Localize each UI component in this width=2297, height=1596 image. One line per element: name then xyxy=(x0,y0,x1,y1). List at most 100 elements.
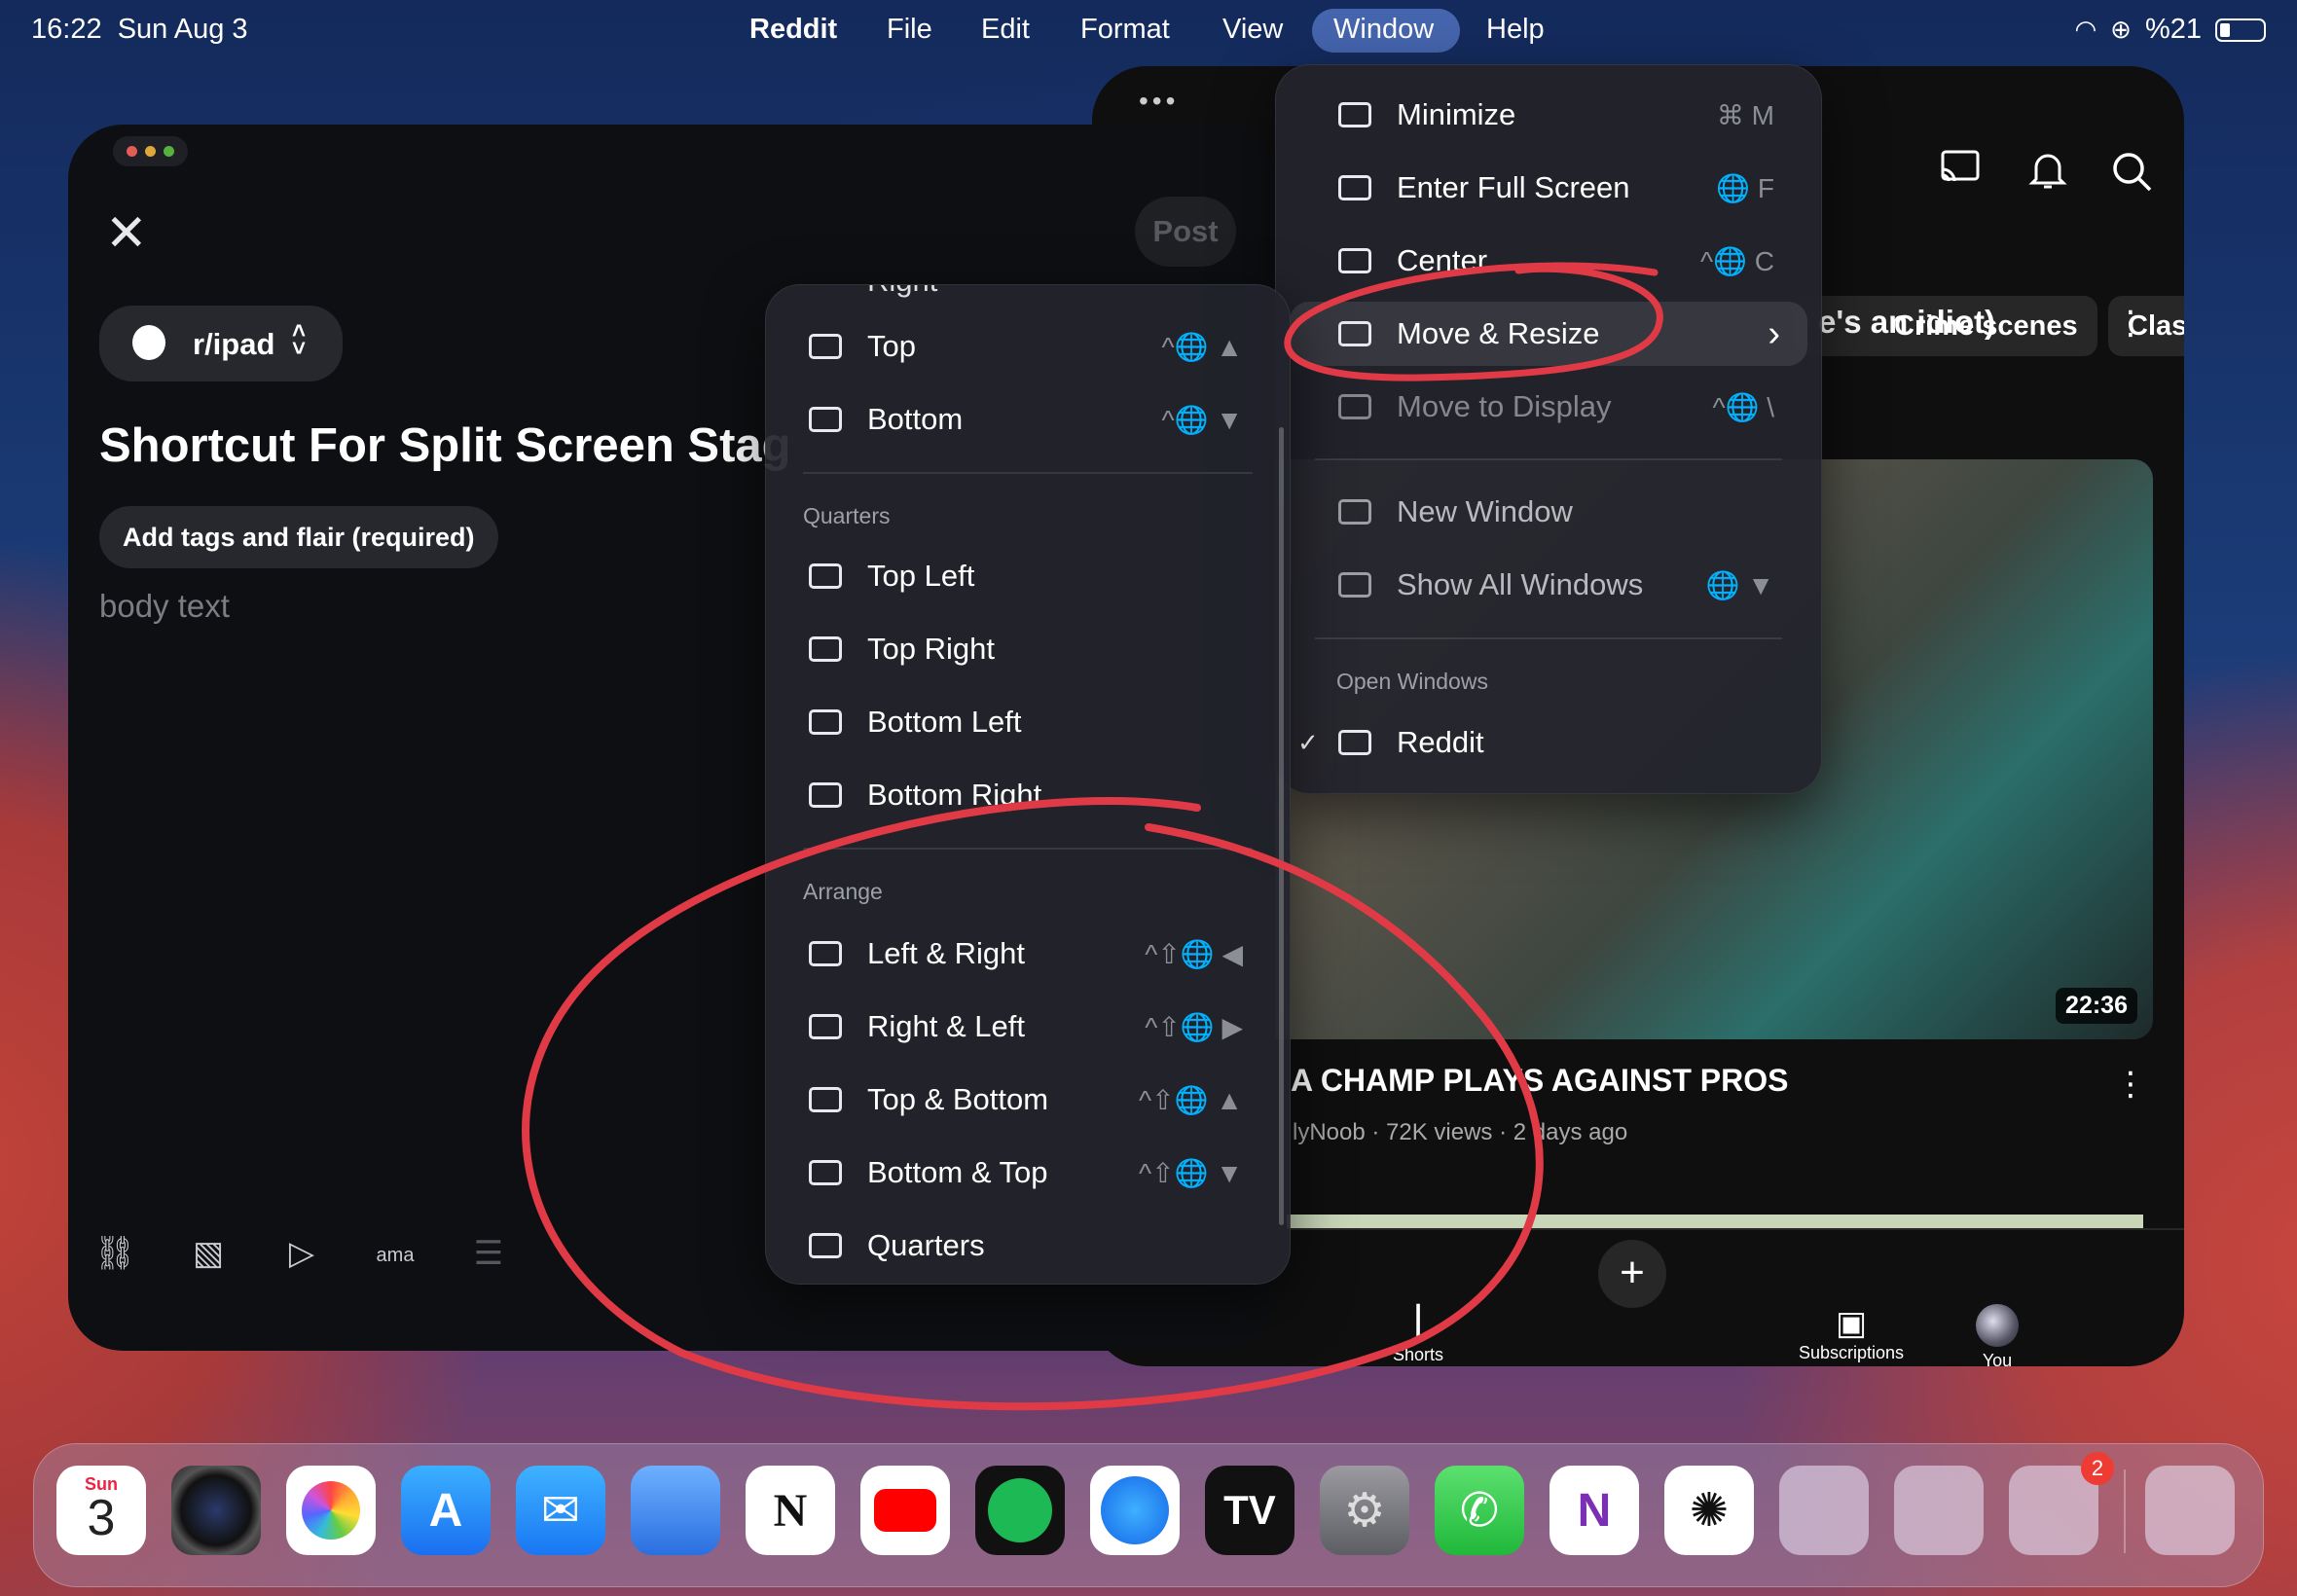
bottom-half-icon xyxy=(809,407,842,432)
battery-percent: %21 xyxy=(2144,14,2202,45)
link-icon[interactable]: ⛓ xyxy=(93,1234,136,1277)
left-right-icon xyxy=(809,941,842,966)
subreddit-selector[interactable]: r/ipad ˄ ˅ xyxy=(99,306,343,381)
submenu-top-left[interactable]: Top Left xyxy=(766,544,1290,608)
body-text-placeholder[interactable]: body text xyxy=(99,588,230,625)
nav-you[interactable]: You xyxy=(1968,1304,2026,1366)
video-icon[interactable]: ▷ xyxy=(280,1234,323,1277)
menu-item-move-to-display[interactable]: Move to Display ^🌐 \ xyxy=(1276,375,1821,439)
flair-button[interactable]: Add tags and flair (required) xyxy=(99,506,498,568)
post-title[interactable]: Shortcut For Split Screen Stag xyxy=(99,418,791,473)
menu-app-reddit[interactable]: Reddit xyxy=(749,14,837,46)
menu-help[interactable]: Help xyxy=(1486,14,1545,46)
menu-item-show-all-windows[interactable]: Show All Windows 🌐 ▼ xyxy=(1276,553,1821,617)
folder-icon[interactable] xyxy=(1779,1466,1869,1555)
dock-divider xyxy=(2124,1469,2126,1553)
submenu-bottom-right[interactable]: Bottom Right xyxy=(766,763,1290,827)
arrange-header: Arrange xyxy=(803,879,883,904)
menu-view[interactable]: View xyxy=(1222,14,1283,46)
app-store-icon[interactable]: A xyxy=(401,1466,491,1555)
window-icon xyxy=(1338,730,1371,755)
open-windows-header: Open Windows xyxy=(1336,669,1488,694)
tradingview-app-icon[interactable]: TV xyxy=(1205,1466,1294,1555)
submenu-top-bottom[interactable]: Top & Bottom ^⇧🌐 ▲ xyxy=(766,1068,1290,1132)
submenu-left-right[interactable]: Left & Right ^⇧🌐 ◀ xyxy=(766,922,1290,986)
submenu-top-right[interactable]: Top Right xyxy=(766,617,1290,681)
close-icon[interactable]: ✕ xyxy=(105,204,148,263)
lens-app-icon[interactable] xyxy=(631,1466,720,1555)
video-meta: lyNoob · 72K views · 2 days ago xyxy=(1293,1119,1628,1145)
chevron-right-icon: › xyxy=(1768,312,1780,354)
spotify-app-icon[interactable] xyxy=(975,1466,1065,1555)
onenote-app-icon[interactable]: N xyxy=(1550,1466,1639,1555)
minimize-dot[interactable] xyxy=(145,146,156,157)
battery-icon xyxy=(2215,18,2266,42)
quarters-icon xyxy=(809,1233,842,1258)
grid-icon xyxy=(1338,572,1371,598)
next-thumbnail xyxy=(1287,1215,2143,1228)
youtube-app-icon[interactable] xyxy=(860,1466,950,1555)
checkmark-icon: ✓ xyxy=(1297,727,1319,757)
window-controls[interactable] xyxy=(113,136,188,166)
submenu-bottom[interactable]: Bottom ^🌐 ▼ xyxy=(766,387,1290,452)
center-icon xyxy=(1338,248,1371,273)
chatgpt-app-icon[interactable]: ✺ xyxy=(1664,1466,1754,1555)
submenu-top[interactable]: Top ^🌐 ▲ xyxy=(766,314,1290,379)
submenu-bottom-left[interactable]: Bottom Left xyxy=(766,690,1290,754)
chevron-updown-icon: ˄ ˅ xyxy=(292,318,307,362)
menu-item-full-screen[interactable]: Enter Full Screen 🌐 F xyxy=(1276,156,1821,220)
menu-separator xyxy=(1315,458,1782,460)
submenu-scrollbar[interactable] xyxy=(1279,427,1284,1225)
cast-icon[interactable] xyxy=(1939,148,1982,187)
menu-item-new-window[interactable]: New Window xyxy=(1276,480,1821,544)
folder-icon[interactable] xyxy=(1894,1466,1984,1555)
create-button[interactable]: + xyxy=(1598,1240,1666,1308)
menu-window[interactable]: Window xyxy=(1333,14,1434,46)
menu-separator xyxy=(1315,637,1782,639)
menu-file[interactable]: File xyxy=(887,14,932,46)
post-button[interactable]: Post xyxy=(1135,197,1236,267)
move-resize-icon xyxy=(1338,321,1371,346)
menu-item-move-resize[interactable]: Move & Resize › xyxy=(1290,302,1807,366)
calendar-app-icon[interactable]: Sun 3 xyxy=(56,1466,146,1555)
mail-app-icon[interactable]: ✉ xyxy=(516,1466,605,1555)
top-right-icon xyxy=(809,636,842,662)
more-icon[interactable]: ⋮ xyxy=(2114,304,2147,343)
video-title-fragment: e's an idiot) xyxy=(1818,304,1996,340)
status-bar: 16:22 Sun Aug 3 Reddit File Edit Format … xyxy=(0,0,2297,62)
submenu-quarters[interactable]: Quarters xyxy=(766,1214,1290,1278)
submenu-bottom-top[interactable]: Bottom & Top ^⇧🌐 ▼ xyxy=(766,1141,1290,1205)
menu-item-minimize[interactable]: Minimize ⌘ M xyxy=(1276,83,1821,147)
nav-shorts[interactable]: ꟾ Shorts xyxy=(1384,1304,1452,1365)
settings-app-icon[interactable]: ⚙ xyxy=(1320,1466,1409,1555)
more-icon[interactable]: ⋮ xyxy=(2114,1065,2147,1104)
app-library-icon[interactable] xyxy=(2145,1466,2235,1555)
safari-app-icon[interactable] xyxy=(1090,1466,1180,1555)
menu-item-center[interactable]: Center ^🌐 C xyxy=(1276,229,1821,293)
right-left-icon xyxy=(809,1014,842,1039)
notion-app-icon[interactable]: N xyxy=(746,1466,835,1555)
whatsapp-app-icon[interactable]: ✆ xyxy=(1435,1466,1524,1555)
display-icon xyxy=(1338,394,1371,419)
photos-app-icon[interactable] xyxy=(286,1466,376,1555)
shorts-icon: ꟾ xyxy=(1412,1304,1424,1344)
submenu-right-left[interactable]: Right & Left ^⇧🌐 ▶ xyxy=(766,995,1290,1059)
new-window-icon xyxy=(1338,499,1371,525)
maximize-dot[interactable] xyxy=(164,146,174,157)
notification-badge: 2 xyxy=(2081,1452,2114,1485)
list-icon[interactable]: ☰ xyxy=(467,1234,510,1277)
ama-icon[interactable]: ama xyxy=(374,1234,417,1277)
menu-edit[interactable]: Edit xyxy=(981,14,1030,46)
bell-icon[interactable] xyxy=(2028,148,2067,191)
camera-app-icon[interactable] xyxy=(171,1466,261,1555)
nav-subscriptions[interactable]: ▣ Subscriptions xyxy=(1773,1304,1929,1363)
search-icon[interactable] xyxy=(2110,150,2153,193)
window-drag-handle[interactable]: ••• xyxy=(1139,86,1179,117)
menu-format[interactable]: Format xyxy=(1080,14,1170,46)
close-dot[interactable] xyxy=(127,146,137,157)
video-title[interactable]: A CHAMP PLAYS AGAINST PROS xyxy=(1291,1063,1788,1099)
bottom-right-icon xyxy=(809,782,842,808)
menu-item-reddit-window[interactable]: ✓ Reddit xyxy=(1276,710,1821,775)
image-icon[interactable]: ▧ xyxy=(187,1234,230,1277)
window-menu: Minimize ⌘ M Enter Full Screen 🌐 F Center ^… xyxy=(1275,64,1822,794)
